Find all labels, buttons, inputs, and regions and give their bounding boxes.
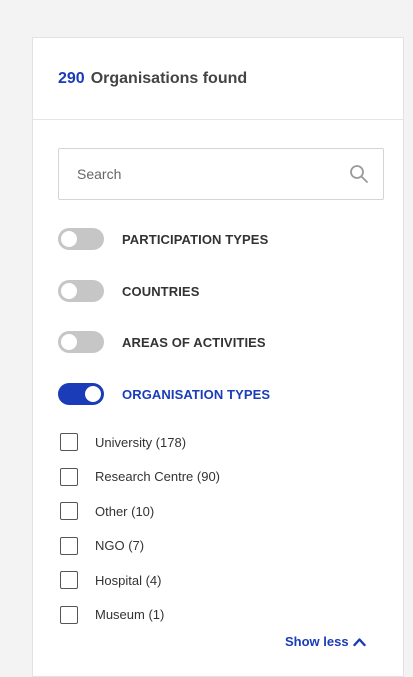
checkbox[interactable] — [60, 571, 78, 590]
filter-toggle-organisation-types[interactable]: ORGANISATION TYPES — [58, 382, 270, 406]
checkbox[interactable] — [60, 536, 78, 555]
list-item[interactable]: University (178) — [60, 425, 220, 460]
search-input[interactable] — [75, 165, 349, 183]
results-header: 290 Organisations found — [33, 38, 403, 120]
checkbox[interactable] — [60, 433, 78, 452]
search-box[interactable] — [58, 148, 384, 200]
filter-label: PARTICIPATION TYPES — [122, 231, 269, 247]
checkbox-label: Museum (1) — [95, 607, 165, 623]
toggle-switch[interactable] — [58, 383, 104, 405]
filter-label: AREAS OF ACTIVITIES — [122, 334, 266, 350]
list-item[interactable]: Hospital (4) — [60, 563, 220, 598]
toggle-knob — [85, 386, 101, 402]
checkbox-label: Other (10) — [95, 503, 155, 519]
list-item[interactable]: NGO (7) — [60, 529, 220, 564]
toggle-knob — [61, 283, 77, 299]
checkbox-label: University (178) — [95, 434, 187, 450]
toggle-switch[interactable] — [58, 280, 104, 302]
toggle-knob — [61, 334, 77, 350]
filter-toggle-countries[interactable]: COUNTRIES — [58, 279, 199, 303]
checkbox-label: Hospital (4) — [95, 572, 162, 588]
checkbox[interactable] — [60, 502, 78, 521]
show-less-label: Show less — [285, 634, 349, 649]
filter-label: ORGANISATION TYPES — [122, 386, 271, 402]
checkbox-label: Research Centre (90) — [95, 469, 220, 485]
list-item[interactable]: Museum (1) — [60, 598, 220, 633]
filter-panel: 290 Organisations found PARTICIPATION TY… — [32, 37, 404, 677]
show-less-link[interactable]: Show less — [285, 634, 366, 649]
results-count: 290 — [58, 69, 85, 87]
filter-label: COUNTRIES — [122, 283, 200, 299]
chevron-up-icon — [352, 637, 366, 646]
checkbox[interactable] — [60, 467, 78, 486]
toggle-knob — [61, 231, 77, 247]
list-item[interactable]: Other (10) — [60, 494, 220, 529]
search-icon[interactable] — [349, 164, 369, 184]
toggle-switch[interactable] — [58, 228, 104, 250]
checkbox[interactable] — [60, 605, 78, 624]
toggle-switch[interactable] — [58, 331, 104, 353]
filter-toggle-participation-types[interactable]: PARTICIPATION TYPES — [58, 227, 268, 251]
organisation-type-list: University (178) Research Centre (90) Ot… — [60, 425, 220, 632]
filter-toggle-areas-of-activities[interactable]: AREAS OF ACTIVITIES — [58, 330, 266, 354]
list-item[interactable]: Research Centre (90) — [60, 460, 220, 495]
checkbox-label: NGO (7) — [95, 538, 145, 554]
results-label: Organisations found — [90, 69, 248, 87]
